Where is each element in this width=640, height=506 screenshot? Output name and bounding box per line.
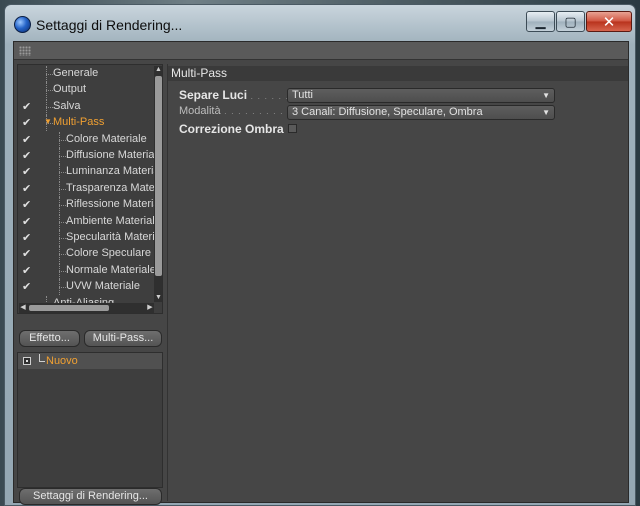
tree-connector — [59, 156, 66, 157]
maximize-icon: ▢ — [564, 13, 577, 29]
effects-list: Nuovo — [17, 352, 163, 488]
window-client: Generale Output ✔ Salva ✔ ▼ Multi-Pass ✔ Colore … — [13, 41, 629, 505]
tree-item-label: Colore Speculare — [66, 247, 151, 260]
tree-connector — [46, 74, 53, 75]
tree-item[interactable]: ✔ ▼ Multi-Pass — [18, 115, 155, 132]
tree-item[interactable]: ✔ Colore Speculare — [18, 246, 155, 263]
tree-item[interactable]: Generale — [18, 66, 155, 82]
tree-connector — [59, 205, 66, 207]
tree-item[interactable]: ✔ Diffusione Materiale — [18, 148, 155, 164]
shadow-correction-checkbox[interactable] — [288, 124, 297, 133]
tree-item-label: Riflessione Materiale — [66, 198, 155, 211]
tree-item[interactable]: ✔ Ambiente Materiale — [18, 213, 155, 230]
tree-item[interactable]: Output — [18, 82, 155, 99]
tree-connector — [59, 238, 66, 239]
scroll-thumb[interactable] — [155, 76, 162, 276]
tree-item[interactable]: ✔ Colore Materiale — [18, 131, 155, 148]
tree-item-label: Luminanza Materiale — [66, 165, 155, 178]
tree-connector — [46, 106, 53, 108]
tree-item-label: Normale Materiale — [66, 263, 155, 276]
checkmark-icon[interactable]: ✔ — [22, 100, 34, 113]
tree-horizontal-scrollbar[interactable]: ◀ ▶ — [19, 303, 154, 313]
separate-lights-dropdown[interactable]: Tutti ▼ — [287, 88, 555, 103]
panel-grip-strip — [14, 42, 628, 60]
tree-connector — [59, 287, 66, 289]
minimize-button[interactable]: ▁ — [526, 11, 555, 32]
left-panel: Generale Output ✔ Salva ✔ ▼ Multi-Pass ✔ Colore … — [17, 64, 163, 505]
checkmark-icon[interactable]: ✔ — [22, 182, 34, 195]
tree-item-label: Generale — [53, 67, 99, 79]
list-item[interactable]: Nuovo — [18, 353, 162, 369]
tree-item-label: Opzioni — [53, 313, 90, 314]
tree-item-label: Diffusione Materiale — [66, 149, 155, 161]
title-bar[interactable]: Settaggi di Rendering... ▁ ▢ ✕ — [5, 5, 635, 41]
close-button[interactable]: ✕ — [586, 11, 632, 32]
checkmark-icon[interactable]: ✔ — [22, 116, 34, 129]
tree-item[interactable]: ✔ Specularità Materiale — [18, 230, 155, 246]
tree-connector — [59, 254, 66, 256]
checkmark-icon[interactable]: ✔ — [22, 231, 34, 244]
close-icon: ✕ — [602, 13, 616, 31]
checkmark-icon[interactable]: ✔ — [22, 133, 34, 146]
cinema4d-app-icon — [14, 16, 31, 33]
hscroll-thumb[interactable] — [29, 305, 109, 311]
tree-connector — [46, 90, 53, 92]
mode-value: 3 Canali: Diffusione, Speculare, Ombra — [292, 106, 483, 118]
scroll-down-arrow-icon[interactable]: ▼ — [154, 294, 162, 302]
effect-button[interactable]: Effetto... — [19, 330, 80, 347]
tree-item[interactable]: ✔ UVW Materiale — [18, 279, 155, 296]
tree-item[interactable]: ✔ Luminanza Materiale — [18, 164, 155, 181]
tree-vertical-scrollbar[interactable]: ▲ ▼ — [154, 66, 162, 302]
tree-item[interactable]: ✔ Normale Materiale — [18, 262, 155, 279]
tree-item-label: UVW Materiale — [66, 280, 140, 293]
tree-item[interactable]: ✔ Riflessione Materiale — [18, 197, 155, 214]
minimize-icon: ▁ — [535, 13, 546, 29]
section-header: Multi-Pass — [168, 66, 628, 81]
window-title: Settaggi di Rendering... — [36, 17, 183, 33]
tree-item[interactable]: ✔ Trasparenza Materiale — [18, 180, 155, 197]
checkmark-icon[interactable]: ✔ — [22, 165, 34, 178]
mode-dropdown[interactable]: 3 Canali: Diffusione, Speculare, Ombra ▼ — [287, 105, 555, 120]
separate-lights-value: Tutti — [292, 89, 313, 101]
checkmark-icon[interactable]: ✔ — [22, 215, 34, 228]
tree-item-label: Multi-Pass — [53, 116, 105, 129]
checkmark-icon[interactable]: ✔ — [22, 280, 34, 293]
tree-connector — [59, 221, 66, 223]
checkmark-icon[interactable]: ✔ — [22, 247, 34, 260]
scroll-up-arrow-icon[interactable]: ▲ — [154, 66, 162, 74]
scroll-left-arrow-icon[interactable]: ◀ — [19, 303, 27, 313]
scroll-right-arrow-icon[interactable]: ▶ — [146, 303, 154, 313]
separate-lights-label: Separe Luci . . . . . . — [179, 88, 290, 102]
expand-arrow-icon[interactable]: ▼ — [44, 117, 52, 126]
tree-item[interactable]: ✔ Salva — [18, 98, 155, 115]
checkmark-icon[interactable]: ✔ — [22, 198, 34, 211]
checkmark-icon[interactable]: ✔ — [22, 149, 34, 162]
checkmark-icon[interactable]: ✔ — [22, 264, 34, 277]
tree-item-label: Output — [53, 83, 87, 96]
tree-item-label: Salva — [53, 99, 81, 112]
render-settings-button[interactable]: Settaggi di Rendering... — [19, 488, 162, 505]
tree-connector — [59, 139, 66, 141]
tree-connector — [59, 172, 66, 174]
tree-connector — [59, 270, 66, 272]
multipass-button[interactable]: Multi-Pass... — [84, 330, 162, 347]
enable-toggle[interactable] — [23, 357, 31, 365]
render-settings-window: Settaggi di Rendering... ▁ ▢ ✕ Generale O… — [4, 4, 636, 506]
chevron-down-icon: ▼ — [542, 91, 550, 100]
tree-item-label: Ambiente Materiale — [66, 214, 155, 227]
tree-item-label: Trasparenza Materiale — [66, 181, 155, 194]
tree-item-label: Colore Materiale — [66, 132, 147, 145]
properties-panel: Multi-Pass Separe Luci . . . . . . Tutti… — [167, 64, 628, 501]
chevron-down-icon: ▼ — [542, 108, 550, 117]
maximize-button[interactable]: ▢ — [556, 11, 585, 32]
tree-connector — [39, 354, 45, 362]
shadow-correction-label: Correzione Ombra — [179, 122, 284, 136]
tree-connector — [59, 188, 66, 190]
new-preset-label: Nuovo — [46, 355, 78, 367]
drag-grip-icon[interactable] — [19, 46, 31, 56]
tree-item-label: Specularità Materiale — [66, 231, 155, 243]
settings-tree: Generale Output ✔ Salva ✔ ▼ Multi-Pass ✔ Colore … — [17, 64, 163, 314]
